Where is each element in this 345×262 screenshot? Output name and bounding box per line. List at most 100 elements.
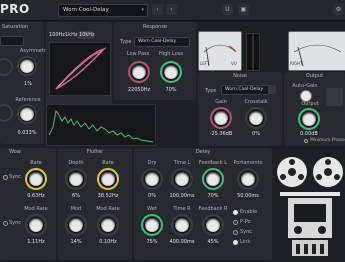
delay-sync-label: Sync (240, 229, 253, 235)
wow-mod-sync-label: Sync (9, 220, 22, 226)
output-knob[interactable] (302, 112, 316, 126)
crosstalk-label: Crosstalk (244, 99, 268, 105)
reference-knob[interactable] (20, 107, 34, 121)
delay-pingpong-label: P-Po (240, 219, 251, 225)
output-value: 0.00dB (300, 131, 318, 137)
delay-pingpong-toggle[interactable] (233, 220, 238, 225)
delay-fbr-label: Feedback R (198, 206, 228, 212)
delay-sync-toggle[interactable] (233, 230, 238, 235)
delay-dry-label: Dry (147, 160, 157, 166)
noise-gain-knob[interactable] (214, 111, 228, 125)
delay-timer-knob[interactable] (175, 218, 189, 232)
noise-gain-label: Gain (215, 99, 227, 105)
minphase-label: Minimum Phase (310, 138, 345, 143)
scope-tab-100hz-label: 100Hz (49, 32, 65, 38)
wow-modrate-value: 1.11Hz (27, 239, 45, 245)
delay-portamento-value: 50.00ms (237, 193, 259, 199)
delay-portamento-knob[interactable] (241, 172, 255, 186)
tape-machine-graphic (274, 148, 345, 260)
response-type-dropdown[interactable]: Worn Cool-Delay (134, 37, 190, 47)
flutter-depth-label: Depth (68, 160, 84, 166)
wow-sync-toggle[interactable] (3, 175, 8, 180)
output-label: Output (301, 101, 319, 107)
next-preset-button[interactable]: › (166, 4, 177, 15)
chevron-down-icon: ▾ (141, 7, 144, 13)
lowpass-knob[interactable] (132, 65, 146, 79)
lissajous-graph (55, 47, 107, 90)
crosstalk-value: 0% (252, 131, 260, 137)
delay-title: Delay (195, 149, 211, 155)
highloss-knob[interactable] (164, 65, 178, 79)
output-title: Output (305, 73, 324, 79)
delay-fbl-label: Feedback L (198, 160, 228, 166)
spectrum-graph (48, 109, 154, 143)
save-icon[interactable]: ▣ (238, 4, 249, 15)
delay-timer-value: 400.00ms (169, 239, 195, 245)
wow-mod-sync-toggle[interactable] (3, 221, 8, 226)
lowpass-label: Low Pass (126, 51, 150, 57)
flutter-title: Flutter (86, 149, 104, 155)
delay-fbr-value: 45% (207, 239, 219, 245)
noise-type-label: Type (205, 88, 217, 94)
delay-dry-knob[interactable] (145, 172, 159, 186)
asymmetry-label: Asymmetry (20, 48, 49, 54)
noise-file-button[interactable] (268, 85, 276, 94)
delay-timer-label: Time R (173, 206, 191, 212)
delay-wet-value: 75% (146, 239, 158, 245)
delay-timel-label: Time L (173, 160, 191, 166)
spectrum-display (46, 104, 156, 146)
delay-enable-toggle[interactable] (233, 210, 238, 215)
wow-modrate-knob[interactable] (29, 218, 43, 232)
lowpass-value: 22050Hz (127, 87, 151, 93)
wow-rate-knob[interactable] (29, 172, 43, 186)
response-title: Response (142, 24, 167, 30)
autogain-label: Auto-Gain (292, 83, 318, 89)
output-bypass-button[interactable] (326, 88, 343, 106)
vu-left-label: LEFT (200, 61, 210, 66)
delay-link-label: Link (240, 239, 251, 245)
flutter-modrate-knob[interactable] (101, 218, 115, 232)
delay-link-toggle[interactable] (233, 240, 238, 245)
noise-title: Noise (233, 73, 247, 79)
delay-timel-knob[interactable] (175, 172, 189, 186)
delay-timel-value: 100.00ms (169, 193, 195, 199)
delay-enable-label: Enable (240, 209, 258, 215)
reference-value: 0.033% (17, 130, 37, 136)
reference-label: Reference (15, 97, 41, 103)
delay-fbl-knob[interactable] (206, 172, 220, 186)
highloss-label: High Loss (158, 51, 184, 57)
app-logo: PRO (0, 2, 30, 16)
level-meter-right (253, 33, 260, 71)
vu-left-unit: VU (231, 61, 237, 66)
delay-fbl-value: 70% (207, 193, 219, 199)
delay-fbr-knob[interactable] (206, 218, 220, 232)
flutter-depth-knob[interactable] (69, 172, 83, 186)
preset-name: Worn Cool-Delay (63, 7, 109, 13)
undo-button[interactable]: U (222, 4, 233, 15)
asymmetry-knob[interactable] (20, 59, 34, 73)
scope-tab-1khz[interactable]: 1kHz (65, 32, 79, 39)
flutter-modrate-value: 0.10Hz (99, 239, 117, 245)
settings-icon[interactable]: ⚙ (333, 4, 344, 15)
flutter-rate-knob[interactable] (101, 172, 115, 186)
vu-right-label: RIGHT (290, 61, 303, 66)
wow-modrate-label: Mod Rate (24, 206, 48, 212)
flutter-mod-label: Mod (70, 206, 82, 212)
crosstalk-knob[interactable] (249, 111, 263, 125)
lissajous-display (49, 42, 111, 96)
minphase-checkbox[interactable] (304, 139, 308, 143)
flutter-modrate-label: Mod Rate (96, 206, 120, 212)
delay-wet-knob[interactable] (145, 218, 159, 232)
scope-tab-10khz[interactable]: 10kHz (78, 31, 95, 39)
saturation-mode-dropdown[interactable] (0, 36, 24, 46)
flutter-mod-value: 14% (70, 239, 82, 245)
flutter-depth-value: 6% (72, 193, 80, 199)
wow-sync-label: Sync (9, 174, 22, 180)
preset-selector[interactable]: Worn Cool-Delay ▾ (58, 4, 148, 17)
flutter-rate-value: 38.52Hz (97, 193, 119, 199)
noise-type-dropdown[interactable]: Worn Cool-Delay (221, 85, 269, 95)
noise-type-value: Worn Cool-Delay (225, 87, 264, 92)
flutter-mod-knob[interactable] (69, 218, 83, 232)
prev-preset-button[interactable]: ‹ (152, 4, 163, 15)
response-type-label: Type (120, 39, 132, 45)
